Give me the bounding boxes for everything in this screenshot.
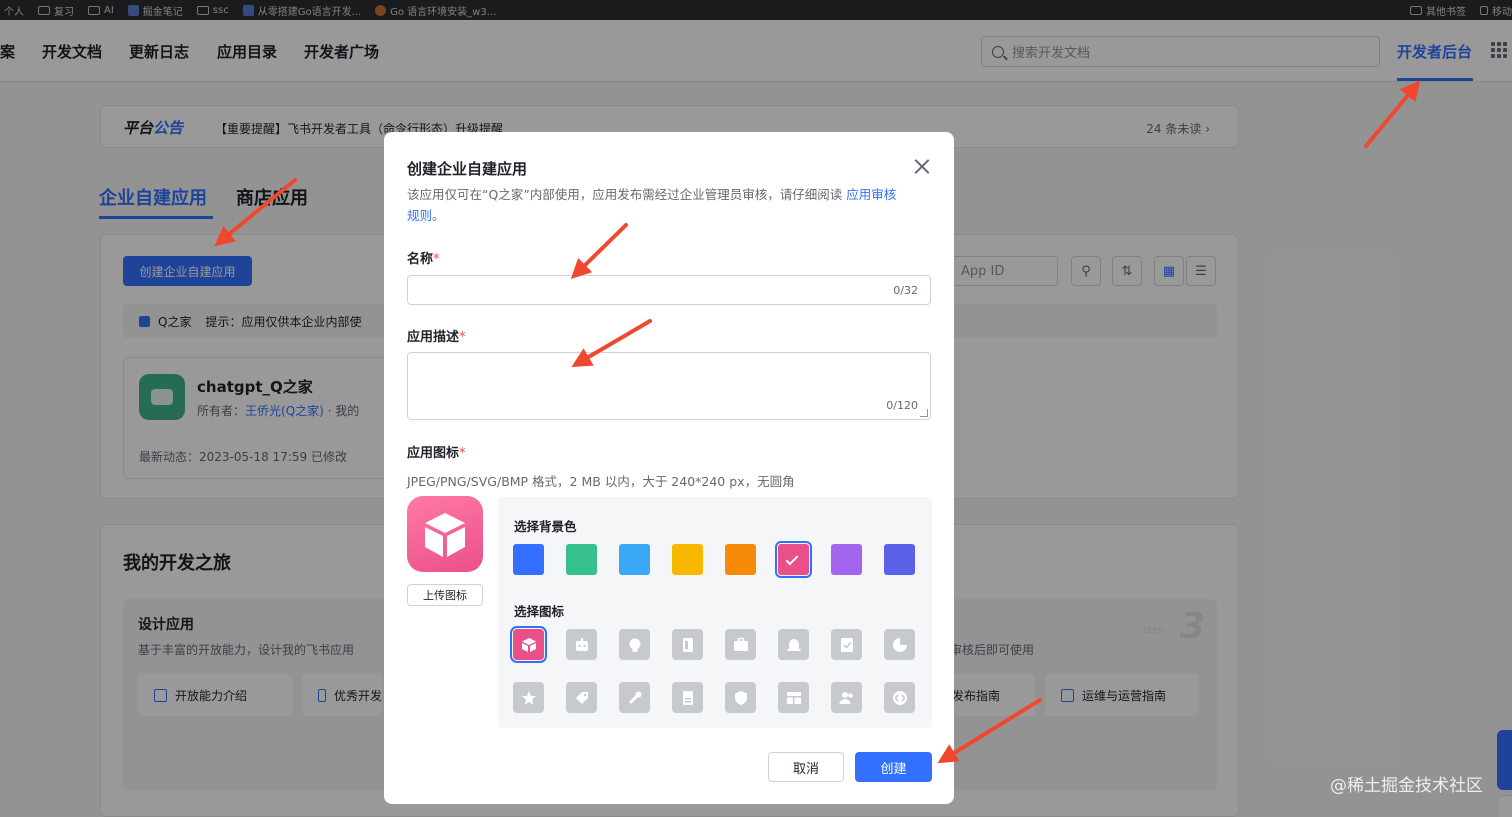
bulb-icon[interactable] (619, 629, 650, 660)
create-app-dialog: 创建企业自建应用 该应用仅可在“Q之家”内部使用，应用发布需经过企业管理员审核，… (384, 132, 954, 804)
name-char-count: 0/32 (893, 284, 918, 297)
cancel-button[interactable]: 取消 (768, 752, 844, 782)
star-icon[interactable] (513, 682, 544, 713)
cube-icon (425, 513, 465, 557)
app-name-input[interactable]: 0/32 (407, 275, 931, 305)
description-label: 应用描述* (407, 330, 466, 345)
app-description-textarea[interactable]: 0/120 (407, 352, 931, 420)
bg-color-label: 选择背景色 (514, 519, 577, 534)
check-icon (785, 552, 799, 566)
layout-icon[interactable] (778, 682, 809, 713)
bell-icon[interactable] (778, 629, 809, 660)
code-icon[interactable] (884, 682, 915, 713)
bg-color-swatch[interactable] (831, 544, 862, 575)
briefcase-icon[interactable] (725, 629, 756, 660)
cube-icon[interactable] (510, 626, 547, 663)
icon-select-label: 选择图标 (514, 604, 565, 619)
checklist-icon[interactable] (831, 629, 862, 660)
robot-icon[interactable] (566, 629, 597, 660)
document-icon[interactable] (672, 682, 703, 713)
wrench-icon[interactable] (619, 682, 650, 713)
pie-icon[interactable] (884, 629, 915, 660)
book-icon[interactable] (672, 629, 703, 660)
bg-color-swatch[interactable] (672, 544, 703, 575)
dialog-description: 该应用仅可在“Q之家”内部使用，应用发布需经过企业管理员审核，请仔细阅读 应用审… (407, 187, 897, 223)
bg-color-swatch[interactable] (775, 541, 812, 578)
create-button[interactable]: 创建 (855, 752, 932, 782)
shield-icon[interactable] (725, 682, 756, 713)
description-char-count: 0/120 (886, 399, 918, 412)
name-label: 名称* (407, 252, 440, 267)
bg-color-swatch[interactable] (884, 544, 915, 575)
close-icon[interactable] (912, 156, 932, 176)
icon-picker: 选择背景色 选择图标 (498, 497, 932, 728)
bg-color-swatch[interactable] (566, 544, 597, 575)
bg-color-swatch[interactable] (725, 544, 756, 575)
bg-color-swatch[interactable] (619, 544, 650, 575)
upload-icon-button[interactable]: 上传图标 (407, 584, 483, 606)
bg-color-swatch[interactable] (513, 544, 544, 575)
tag-icon[interactable] (566, 682, 597, 713)
users-icon[interactable] (831, 682, 862, 713)
icon-label: 应用图标* (407, 446, 466, 461)
watermark: @稀土掘金技术社区 (1330, 776, 1483, 796)
dialog-title: 创建企业自建应用 (407, 160, 528, 178)
icon-preview (407, 496, 483, 572)
resize-handle-icon[interactable] (920, 409, 928, 417)
icon-hint: JPEG/PNG/SVG/BMP 格式，2 MB 以内，大于 240*240 p… (407, 474, 795, 489)
